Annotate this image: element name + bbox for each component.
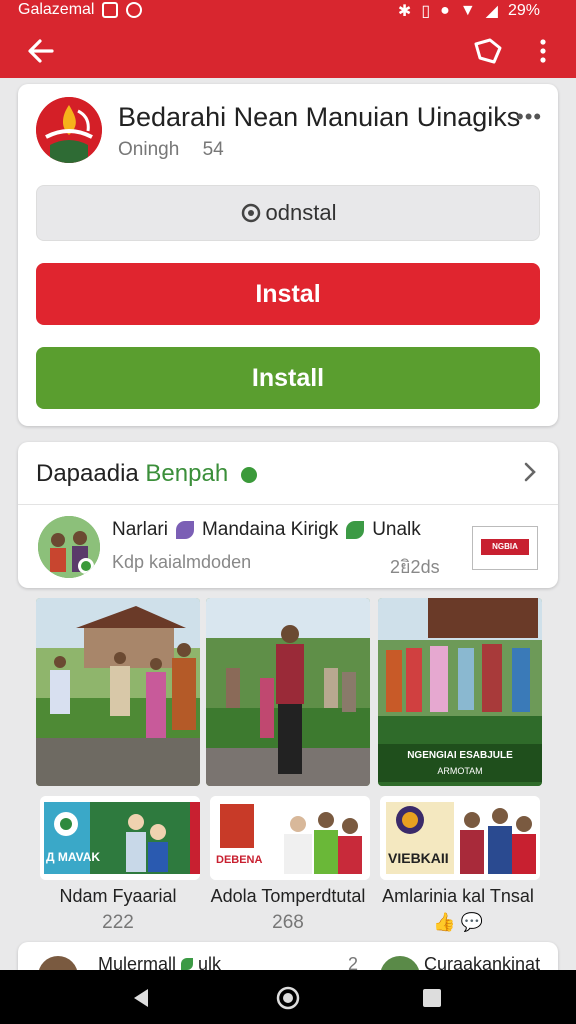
post-time: 2ยิ2ds	[390, 557, 440, 577]
gallery-count: 268	[272, 912, 304, 933]
badge-image[interactable]: NGBIA	[472, 526, 538, 570]
install-red-button[interactable]: Instal	[36, 263, 540, 325]
photo-banner: NGENGIAI ESABJULE	[407, 750, 513, 761]
gallery-count: 222	[102, 912, 134, 933]
leaf-icon	[181, 958, 194, 970]
battery-label: 29%	[507, 2, 540, 19]
gallery-photo[interactable]	[206, 598, 370, 786]
gallery-photo[interactable]: NGENGIAI ESABJULE ARMOTAM	[378, 598, 542, 786]
alarm-icon: ●	[440, 2, 450, 19]
badge-text: NGBIA	[481, 539, 529, 555]
vibrate-icon: ▯	[421, 3, 431, 20]
bluetooth-icon: ✱	[397, 3, 412, 20]
gallery-thumb[interactable]: Д MAVAK	[40, 796, 200, 880]
card-menu-icon[interactable]: •••	[516, 104, 542, 130]
install-green-button[interactable]: Install	[36, 347, 540, 409]
gallery-photo[interactable]	[36, 598, 200, 786]
gallery-caption[interactable]: Amlarinia kal Tnsal	[370, 886, 546, 907]
photo-banner-sub: ARMOTAM	[437, 766, 483, 776]
gallery-caption[interactable]: Ndam Fyaarial	[30, 886, 206, 907]
section-title-part2: Benpah	[145, 460, 229, 487]
section-card: Dapaadia Benpah Narlari Mandaina Kirigk …	[18, 442, 558, 588]
sync-icon	[126, 2, 143, 18]
nav-recents-icon[interactable]	[422, 988, 442, 1008]
gallery-thumb[interactable]: DEBENA	[210, 796, 370, 880]
app-meta: Oningh 54	[118, 139, 224, 161]
back-arrow-icon[interactable]	[24, 34, 58, 68]
uninstall-label: odnstal	[265, 200, 337, 225]
like-icon[interactable]: 👍 💬	[370, 912, 546, 933]
leaf-icon	[175, 521, 194, 539]
status-bar: Galazemal ✱ ▯ ● ▼ ◢ 29%	[0, 0, 576, 22]
post-author-line: Narlari Mandaina Kirigk Unalk	[112, 519, 421, 541]
thumb-text: VIEBKAII	[388, 850, 449, 866]
author-name[interactable]: Narlari	[112, 519, 168, 541]
overflow-menu-icon[interactable]	[536, 36, 550, 66]
thumb-text: Д MAVAK	[46, 850, 101, 864]
tag-name[interactable]: Unalk	[372, 519, 421, 541]
wifi-icon: ▼	[459, 2, 476, 19]
group-name[interactable]: Mandaina Kirigk	[202, 519, 338, 541]
carrier-label: Galazemal	[18, 1, 95, 18]
chevron-right-icon[interactable]	[522, 460, 538, 484]
share-icon[interactable]	[470, 36, 504, 66]
section-title-part1: Dapaadia	[36, 460, 139, 487]
app-title: Bedarahi Nean Manuian Uinagiks	[118, 102, 521, 132]
system-nav-bar	[0, 970, 576, 1024]
gallery-caption[interactable]: Adola Tomperdtutal	[200, 886, 376, 907]
meta-right: 54	[202, 139, 224, 160]
app-header-card: Bedarahi Nean Manuian Uinagiks ••• Oning…	[18, 84, 558, 426]
thumb-text: DEBENA	[216, 854, 263, 866]
post-subtitle: Kdp kaialmdoden	[112, 552, 252, 572]
verified-icon	[240, 466, 257, 483]
notification-icon	[102, 2, 119, 18]
app-bar	[0, 22, 576, 78]
meta-left: Oningh	[118, 139, 180, 160]
app-logo	[36, 97, 102, 163]
gallery-thumb[interactable]: VIEBKAII	[380, 796, 540, 880]
nav-back-icon[interactable]	[130, 987, 152, 1009]
avatar[interactable]	[38, 516, 100, 578]
spinner-icon	[241, 203, 260, 223]
nav-home-icon[interactable]	[276, 986, 300, 1010]
signal-icon: ◢	[485, 3, 498, 20]
uninstall-button[interactable]: odnstal	[36, 185, 540, 241]
leaf-icon	[346, 521, 365, 539]
section-title[interactable]: Dapaadia Benpah	[36, 460, 257, 488]
divider	[18, 504, 558, 505]
